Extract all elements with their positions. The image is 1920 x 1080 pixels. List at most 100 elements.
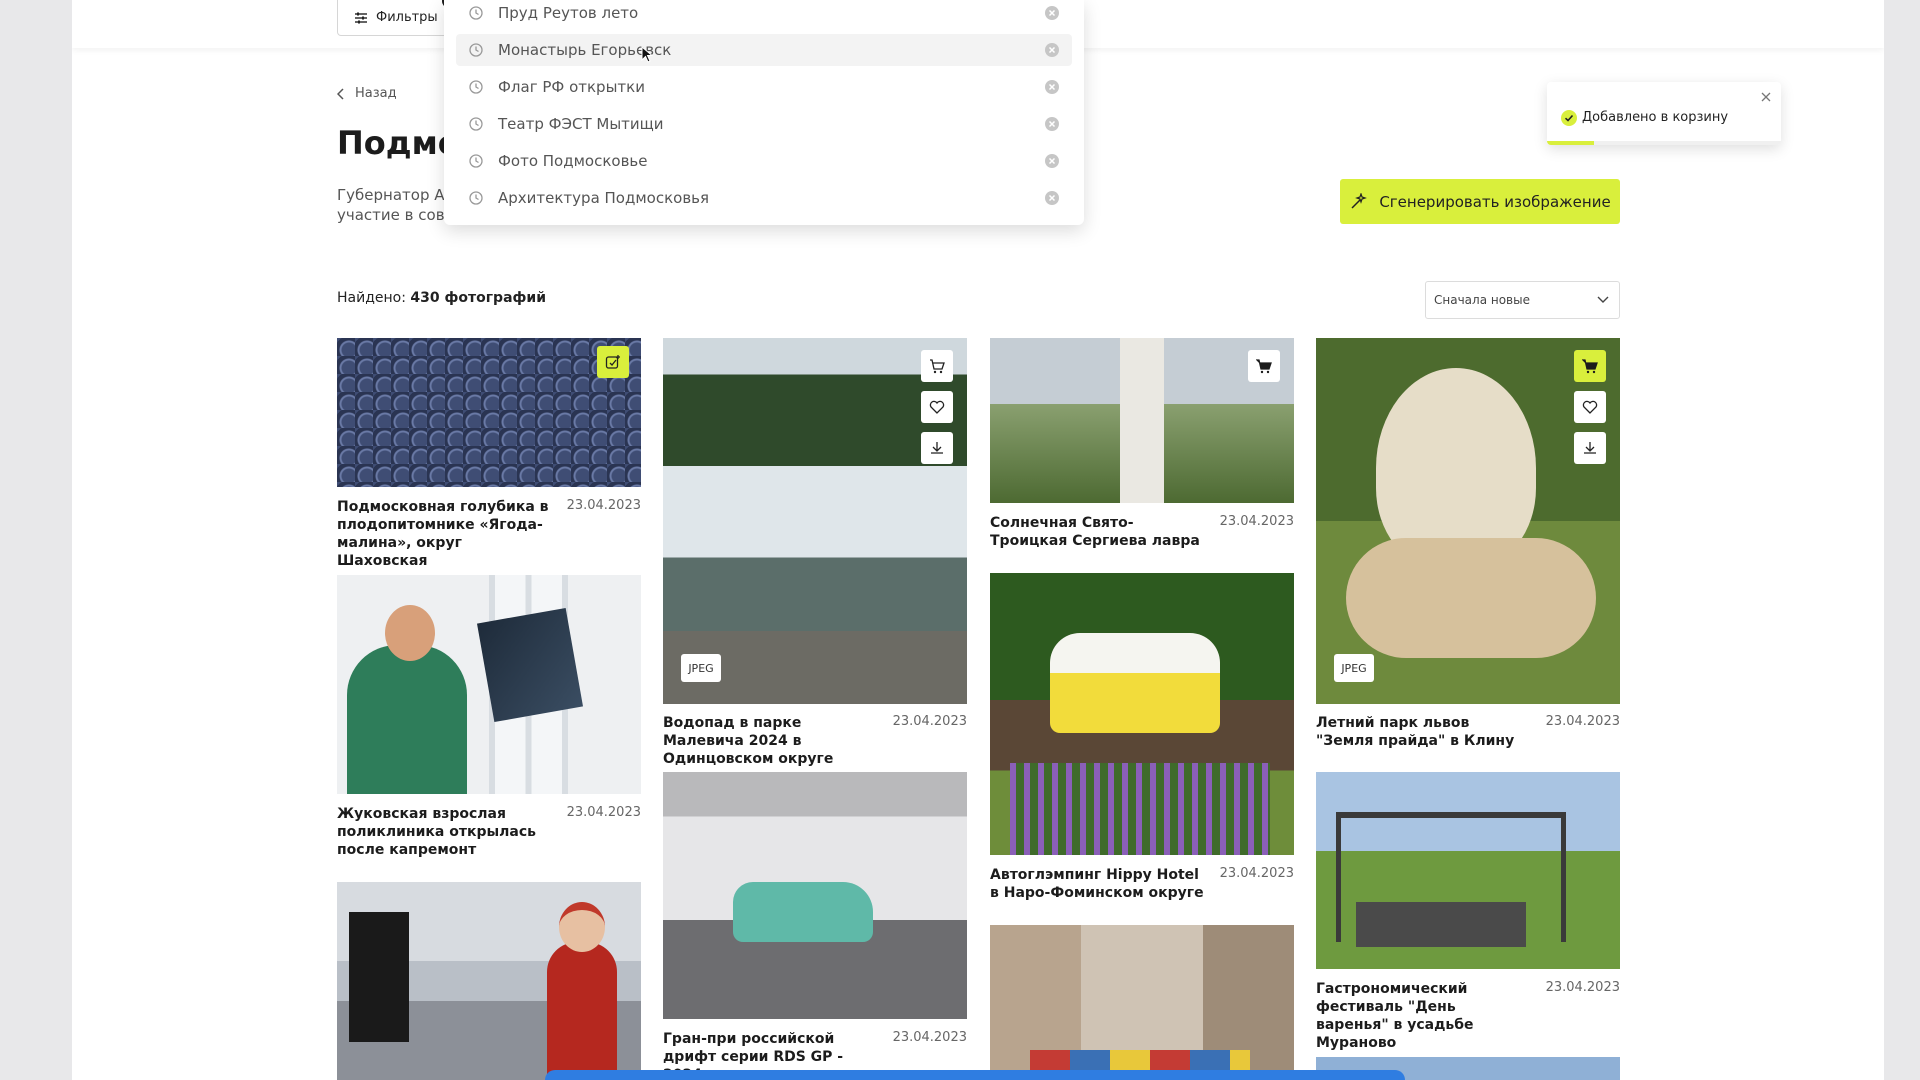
download-button[interactable] [921, 432, 953, 464]
search-history-label: Монастырь Егорьевск [498, 41, 672, 59]
filters-button[interactable]: Фильтры [337, 0, 456, 36]
photo-jam-festival[interactable] [1316, 772, 1620, 969]
format-badge: JPEG [1334, 654, 1374, 682]
favorite-button[interactable] [1574, 391, 1606, 423]
photo-date: 23.04.2023 [1545, 714, 1620, 729]
photo-caption[interactable]: Водопад в парке Малевича 2024 в Одинцовс… [663, 714, 878, 768]
photo-caption[interactable]: Летний парк львов "Земля прайда" в Клину [1316, 714, 1531, 750]
search-history-item[interactable]: Монастырь Егорьевск [456, 34, 1072, 66]
doctor-head [385, 605, 435, 661]
cart-icon [1582, 359, 1598, 374]
remove-circle-icon[interactable] [1044, 153, 1060, 169]
photo-card[interactable]: JPEG Летний парк львов "Земля прайда" в … [1316, 338, 1620, 758]
results-count-prefix: Найдено: [337, 290, 406, 306]
sort-select[interactable]: Сначала новые [1425, 281, 1620, 319]
remove-circle-icon[interactable] [1044, 5, 1060, 21]
speaker-stack [349, 912, 409, 1042]
photo-card[interactable]: Автоглэмпинг Hippy Hotel в Наро-Фоминско… [990, 573, 1294, 913]
search-history-item[interactable]: Архитектура Подмосковья [456, 182, 1072, 214]
photo-card[interactable]: Гастрономический фестиваль "День варенья… [1316, 772, 1620, 1052]
photo-festival[interactable] [337, 882, 641, 1080]
sliders-icon [355, 12, 367, 23]
photo-card[interactable] [337, 882, 641, 1080]
photo-card[interactable]: JPEG Водопад в парке Малевича 2024 в Оди… [663, 338, 967, 767]
toast-timer-fill [1547, 141, 1594, 145]
toast-message: Добавлено в корзину [1582, 110, 1729, 125]
favorite-button[interactable] [921, 391, 953, 423]
remove-circle-icon[interactable] [1044, 190, 1060, 206]
xray-film [477, 607, 583, 723]
photo-date: 23.04.2023 [1545, 980, 1620, 995]
download-button[interactable] [1574, 432, 1606, 464]
cart-icon [1256, 359, 1272, 374]
photo-city-blocks[interactable] [990, 925, 1294, 1080]
filters-label: Фильтры [376, 10, 438, 25]
format-badge: JPEG [681, 654, 721, 682]
photo-blueberries[interactable] [337, 338, 641, 487]
photo-caption[interactable]: Автоглэмпинг Hippy Hotel в Наро-Фоминско… [990, 866, 1205, 902]
mouse-cursor-icon [641, 46, 653, 63]
photo-caption[interactable]: Солнечная Свято-Троицкая Сергиева лавра [990, 514, 1205, 550]
check-circle-icon [1561, 110, 1577, 126]
added-to-cart-toast: Добавлено в корзину [1547, 82, 1781, 145]
history-clock-icon [469, 117, 483, 131]
search-history-item[interactable]: Пруд Реутов лето [456, 0, 1072, 29]
lavender-flowers [1010, 763, 1270, 855]
history-clock-icon [469, 191, 483, 205]
photo-date: 23.04.2023 [892, 714, 967, 729]
search-history-label: Флаг РФ открытки [498, 78, 645, 96]
bell-tower [1120, 338, 1164, 503]
vw-bus [1050, 633, 1220, 733]
back-link[interactable]: Назад [337, 86, 397, 101]
history-clock-icon [469, 43, 483, 57]
history-clock-icon [469, 6, 483, 20]
chevron-down-icon [1597, 296, 1609, 303]
results-count: Найдено: 430 фотографий [337, 290, 546, 306]
cart-icon [930, 359, 945, 374]
photo-date: 23.04.2023 [1219, 866, 1294, 881]
download-icon [931, 442, 943, 454]
search-history-item[interactable]: Фото Подмосковье [456, 145, 1072, 177]
search-history-label: Архитектура Подмосковья [498, 189, 710, 207]
sort-selected-value: Сначала новые [1434, 293, 1530, 307]
photo-card[interactable]: Солнечная Свято-Троицкая Сергиева лавра … [990, 338, 1294, 558]
photo-card[interactable]: Гран-при российской дрифт серии RDS GP -… [663, 772, 967, 1080]
toast-timer-bar [1547, 141, 1781, 145]
bottom-banner-edge [545, 1070, 1405, 1080]
heart-icon [1582, 400, 1598, 414]
add-to-cart-button[interactable] [1248, 350, 1280, 382]
history-clock-icon [469, 80, 483, 94]
cauldron-table [1356, 902, 1526, 947]
photo-card[interactable] [990, 925, 1294, 1080]
photo-caption[interactable]: Подмосковная голубика в плодопитомнике «… [337, 498, 552, 570]
kokoshnik-woman [547, 942, 617, 1080]
chevron-left-icon [337, 87, 344, 100]
photo-hippy-bus[interactable] [990, 573, 1294, 855]
remove-circle-icon[interactable] [1044, 79, 1060, 95]
history-clock-icon [469, 154, 483, 168]
photo-drift-car[interactable] [663, 772, 967, 1019]
remove-circle-icon[interactable] [1044, 42, 1060, 58]
photo-date: 23.04.2023 [566, 805, 641, 820]
photo-card[interactable]: Жуковская взрослая поликлиника открылась… [337, 575, 641, 865]
remove-circle-icon[interactable] [1044, 116, 1060, 132]
collection-button[interactable] [597, 346, 629, 378]
search-history-label: Фото Подмосковье [498, 152, 648, 170]
search-history-dropdown: Пруд Реутов лето Монастырь Егорьевск Фла… [444, 0, 1084, 225]
generate-image-button[interactable]: Сгенерировать изображение [1340, 179, 1620, 224]
photo-date: 23.04.2023 [892, 1030, 967, 1045]
photo-date: 23.04.2023 [566, 498, 641, 513]
photo-caption[interactable]: Жуковская взрослая поликлиника открылась… [337, 805, 552, 859]
search-history-label: Театр ФЭСТ Мытищи [498, 115, 664, 133]
photo-polyclinic[interactable] [337, 575, 641, 794]
photo-card[interactable]: Подмосковная голубика в плодопитомнике «… [337, 338, 641, 569]
add-to-cart-button[interactable] [921, 350, 953, 382]
close-icon[interactable] [1761, 92, 1771, 102]
lioness [1346, 538, 1596, 658]
search-history-item[interactable]: Театр ФЭСТ Мытищи [456, 108, 1072, 140]
back-label: Назад [355, 86, 397, 101]
heart-icon [929, 400, 945, 414]
photo-caption[interactable]: Гастрономический фестиваль "День варенья… [1316, 980, 1531, 1052]
add-to-cart-button[interactable] [1574, 350, 1606, 382]
search-history-item[interactable]: Флаг РФ открытки [456, 71, 1072, 103]
